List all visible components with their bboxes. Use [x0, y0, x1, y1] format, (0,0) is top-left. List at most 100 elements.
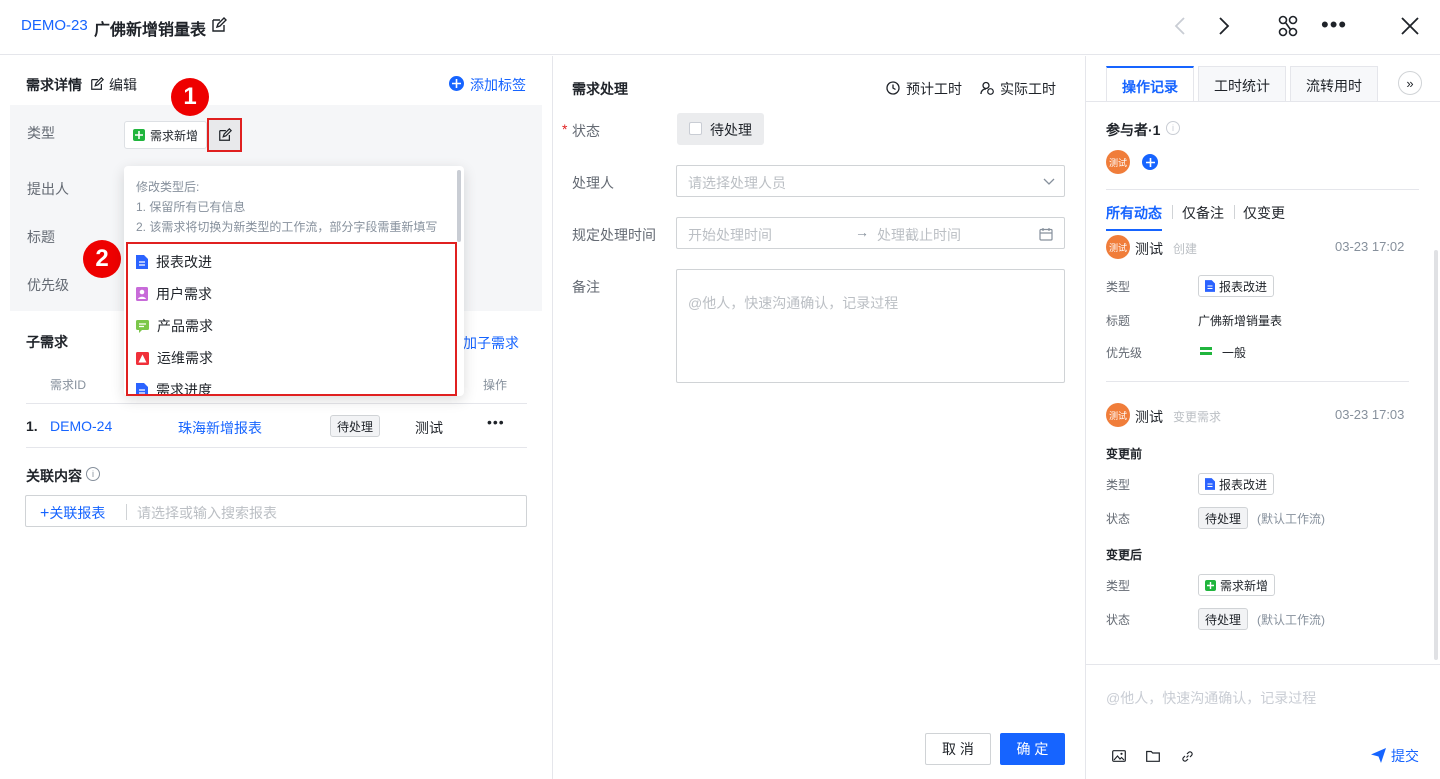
row-index: 1. — [26, 418, 38, 434]
comment-input[interactable]: @他人，快速沟通确认，记录过程 — [1106, 688, 1316, 708]
report-search-input[interactable]: 请选择或输入搜索报表 — [137, 503, 277, 523]
cancel-button[interactable]: 取 消 — [925, 733, 991, 765]
priority-label: 优先级 — [27, 277, 69, 293]
tab-operation-log[interactable]: 操作记录 — [1106, 66, 1194, 102]
priority-normal-icon-line — [1200, 352, 1212, 355]
link-icon[interactable] — [1179, 749, 1195, 763]
link-report-button[interactable]: +关联报表 — [40, 503, 105, 523]
avatar[interactable]: 测试 — [1106, 150, 1130, 174]
user-icon — [136, 287, 148, 301]
option-ops-requirement[interactable]: 运维需求 — [136, 348, 213, 368]
link-report-label: 关联报表 — [49, 505, 106, 521]
before-type-value: 报表改进 — [1219, 477, 1268, 492]
before-status-badge: 待处理 — [1198, 507, 1249, 529]
tab-label: 流转用时 — [1306, 78, 1362, 94]
type-value: 需求新增 — [150, 128, 199, 143]
relation-graph-icon[interactable] — [1276, 14, 1300, 38]
log-action: 创建 — [1173, 242, 1198, 256]
image-icon[interactable] — [1111, 749, 1127, 763]
option-label: 用户需求 — [156, 286, 212, 302]
issue-id[interactable]: DEMO-23 — [21, 17, 88, 34]
before-type-label: 类型 — [1106, 478, 1131, 492]
participants-divider — [1106, 189, 1419, 190]
submit-button[interactable]: 提交 — [1391, 746, 1419, 766]
tab-flow-time[interactable]: 流转用时 — [1290, 66, 1378, 102]
handler-placeholder: 请选择处理人员 — [688, 175, 786, 191]
type-value-tag[interactable]: 需求新增 — [124, 121, 208, 149]
chevron-down-icon — [1043, 178, 1055, 185]
date-range-picker[interactable]: 开始处理时间 → 处理截止时间 — [676, 217, 1065, 249]
info-icon[interactable]: i — [1166, 121, 1180, 135]
step-marker-1: 1 — [171, 78, 209, 116]
tabs-more-icon[interactable]: » — [1398, 71, 1422, 95]
after-workflow: (默认工作流) — [1257, 613, 1325, 627]
option-requirement-progress[interactable]: 需求进度 — [136, 380, 212, 394]
next-icon[interactable] — [1214, 16, 1234, 36]
end-time-input[interactable]: 处理截止时间 — [877, 225, 961, 245]
dropdown-hint-2: 2. 该需求将切换为新类型的工作流，部分字段需重新填写 — [136, 220, 438, 234]
option-user-requirement[interactable]: 用户需求 — [136, 284, 212, 304]
dropdown-hint-1: 1. 保留所有已有信息 — [136, 200, 246, 214]
after-status-badge: 待处理 — [1198, 608, 1249, 630]
log-title-label: 标题 — [1106, 314, 1131, 328]
estimated-hours-button[interactable]: 预计工时 — [906, 79, 962, 99]
dropdown-hint-title: 修改类型后: — [136, 180, 200, 194]
edit-icon[interactable] — [89, 76, 104, 91]
detail-section-title: 需求详情 — [26, 77, 82, 93]
close-icon[interactable] — [1399, 15, 1421, 37]
avatar: 测试 — [1106, 235, 1130, 259]
table-header-divider — [26, 403, 527, 404]
arrow-right-icon: → — [855, 224, 869, 240]
actual-hours-button[interactable]: 实际工时 — [1000, 79, 1056, 99]
edit-title-icon[interactable] — [210, 16, 228, 34]
dropdown-scrollbar[interactable] — [457, 170, 461, 242]
row-more-icon[interactable]: ••• — [487, 414, 505, 430]
add-participant-icon[interactable] — [1142, 154, 1158, 170]
row-issue-id[interactable]: DEMO-24 — [50, 418, 112, 434]
priority-normal-icon — [1200, 347, 1212, 350]
start-time-input[interactable]: 开始处理时间 — [688, 225, 772, 245]
row-issue-title[interactable]: 珠海新增报表 — [178, 418, 262, 438]
add-tag-icon[interactable] — [449, 76, 464, 91]
handler-select[interactable]: 请选择处理人员 — [676, 165, 1065, 197]
log-type-value: 报表改进 — [1219, 279, 1268, 294]
status-select[interactable]: 待处理 — [677, 113, 764, 145]
change-type-button[interactable] — [207, 118, 242, 152]
change-after-title: 变更后 — [1106, 548, 1143, 562]
note-textarea[interactable]: @他人，快速沟通确认，记录过程 — [676, 269, 1065, 383]
top-bar: DEMO-23 广佛新增销量表 ••• — [0, 0, 1440, 55]
confirm-button[interactable]: 确 定 — [1000, 733, 1065, 765]
log-type-tag: 报表改进 — [1198, 275, 1275, 297]
row-owner: 测试 — [415, 420, 443, 436]
log-type-label: 类型 — [1106, 280, 1131, 294]
option-label: 报表改进 — [156, 254, 212, 270]
document-icon — [136, 255, 148, 269]
filter-all[interactable]: 所有动态 — [1106, 203, 1162, 223]
calendar-icon — [1039, 228, 1053, 241]
tabs-divider — [1086, 101, 1440, 102]
info-icon[interactable]: i — [86, 467, 100, 481]
filter-changes[interactable]: 仅变更 — [1243, 203, 1285, 223]
add-sub-requirement-button[interactable]: 加子需求 — [463, 333, 519, 353]
filter-sep — [1234, 205, 1235, 219]
log-scrollbar[interactable] — [1434, 250, 1438, 660]
step-marker-2: 2 — [83, 240, 121, 278]
folder-icon[interactable] — [1145, 749, 1161, 763]
add-tag-button[interactable]: 添加标签 — [470, 75, 526, 95]
option-product-requirement[interactable]: 产品需求 — [136, 316, 213, 336]
filter-notes[interactable]: 仅备注 — [1182, 203, 1224, 223]
document-icon — [1205, 280, 1215, 292]
processing-title: 需求处理 — [572, 81, 628, 97]
before-status-label: 状态 — [1106, 512, 1131, 526]
prev-icon[interactable] — [1170, 16, 1190, 36]
tab-hours-stats[interactable]: 工时统计 — [1198, 66, 1286, 102]
divider-right — [1085, 56, 1086, 779]
log-user: 测试 — [1135, 409, 1163, 425]
divider-left — [552, 56, 553, 779]
log-title-value: 广佛新增销量表 — [1198, 314, 1283, 328]
option-report-improve[interactable]: 报表改进 — [136, 252, 212, 272]
send-icon[interactable] — [1370, 747, 1386, 763]
after-type-tag: 需求新增 — [1198, 574, 1276, 596]
edit-button[interactable]: 编辑 — [109, 75, 137, 95]
more-icon[interactable]: ••• — [1321, 12, 1347, 38]
